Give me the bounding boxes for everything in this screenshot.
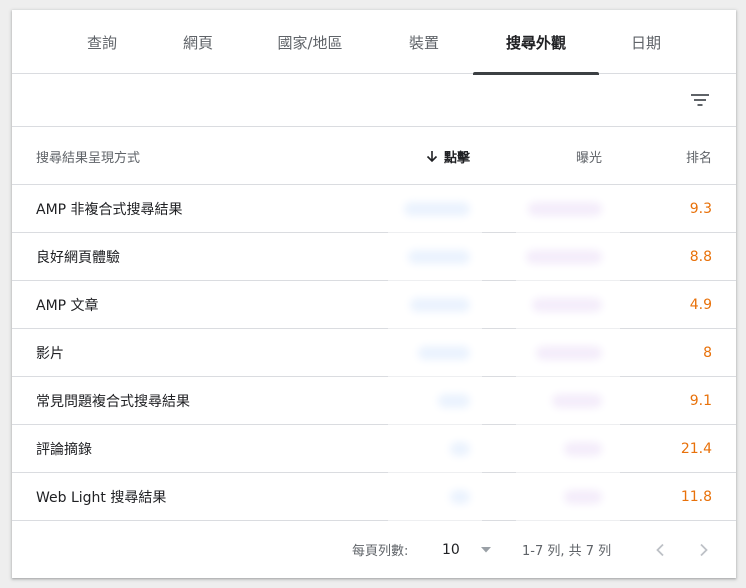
appearance-name: 良好網頁體驗 xyxy=(36,250,120,266)
position-value: 8.8 xyxy=(689,249,712,265)
filter-rows-button[interactable] xyxy=(684,84,716,116)
table-toolbar xyxy=(12,74,736,127)
position-value: 9.3 xyxy=(689,201,712,217)
table-row[interactable]: AMP 非複合式搜尋結果 9.3 xyxy=(12,185,736,233)
rows-per-page-label: 每頁列數: xyxy=(352,544,409,559)
table-row[interactable]: 良好網頁體驗 8.8 xyxy=(12,233,736,281)
table-row[interactable]: Web Light 搜尋結果 11.8 xyxy=(12,473,736,521)
tab-search-appearance[interactable]: 搜尋外觀 xyxy=(473,10,599,75)
tab-dates[interactable]: 日期 xyxy=(616,10,676,74)
column-header-appearance[interactable]: 搜尋結果呈現方式 xyxy=(36,127,140,185)
rows-per-page-select[interactable]: 10 xyxy=(442,521,492,578)
column-header-clicks[interactable]: 點擊 xyxy=(422,127,470,185)
appearance-name: Web Light 搜尋結果 xyxy=(36,490,167,506)
impressions-column-redaction xyxy=(516,185,620,521)
chevron-left-icon xyxy=(656,543,664,556)
position-value: 21.4 xyxy=(680,441,712,457)
column-header-clicks-label: 點擊 xyxy=(443,150,470,166)
appearance-name: 評論摘錄 xyxy=(36,442,92,458)
pagination-bar: 每頁列數: 10 1-7 列, 共 7 列 xyxy=(12,521,736,578)
position-value: 4.9 xyxy=(689,297,712,313)
appearance-name: 影片 xyxy=(36,346,64,362)
dropdown-arrow-icon xyxy=(480,546,491,552)
appearance-name: AMP 非複合式搜尋結果 xyxy=(36,202,183,218)
dimension-tabs: 查詢 網頁 國家/地區 裝置 搜尋外觀 日期 xyxy=(12,10,736,75)
tab-pages[interactable]: 網頁 xyxy=(168,10,228,74)
table-row[interactable]: AMP 文章 4.9 xyxy=(12,281,736,329)
next-page-button[interactable] xyxy=(690,521,718,578)
appearance-name: 常見問題複合式搜尋結果 xyxy=(36,394,190,410)
previous-page-button[interactable] xyxy=(646,521,674,578)
table-row[interactable]: 影片 8 xyxy=(12,329,736,377)
table-row[interactable]: 常見問題複合式搜尋結果 9.1 xyxy=(12,377,736,425)
rows-per-page-value: 10 xyxy=(442,541,460,558)
tab-devices[interactable]: 裝置 xyxy=(394,10,454,74)
position-value: 9.1 xyxy=(689,393,712,409)
page-range-text: 1-7 列, 共 7 列 xyxy=(522,544,612,559)
table-row[interactable]: 評論摘錄 21.4 xyxy=(12,425,736,473)
clicks-column-redaction xyxy=(388,185,482,521)
appearance-name: AMP 文章 xyxy=(36,298,99,314)
tab-queries[interactable]: 查詢 xyxy=(72,10,132,74)
position-value: 11.8 xyxy=(680,489,712,505)
tab-countries[interactable]: 國家/地區 xyxy=(270,10,350,74)
position-value: 8 xyxy=(703,345,712,361)
filter-icon xyxy=(691,94,709,106)
performance-card: 查詢 網頁 國家/地區 裝置 搜尋外觀 日期 搜尋結果呈現方式 點擊 曝光 排名… xyxy=(12,10,736,578)
table-header: 搜尋結果呈現方式 點擊 曝光 排名 xyxy=(12,127,736,185)
column-header-impressions[interactable]: 曝光 xyxy=(552,127,602,185)
arrow-down-icon xyxy=(426,150,438,162)
chevron-right-icon xyxy=(700,543,708,556)
column-header-position[interactable]: 排名 xyxy=(662,127,712,185)
